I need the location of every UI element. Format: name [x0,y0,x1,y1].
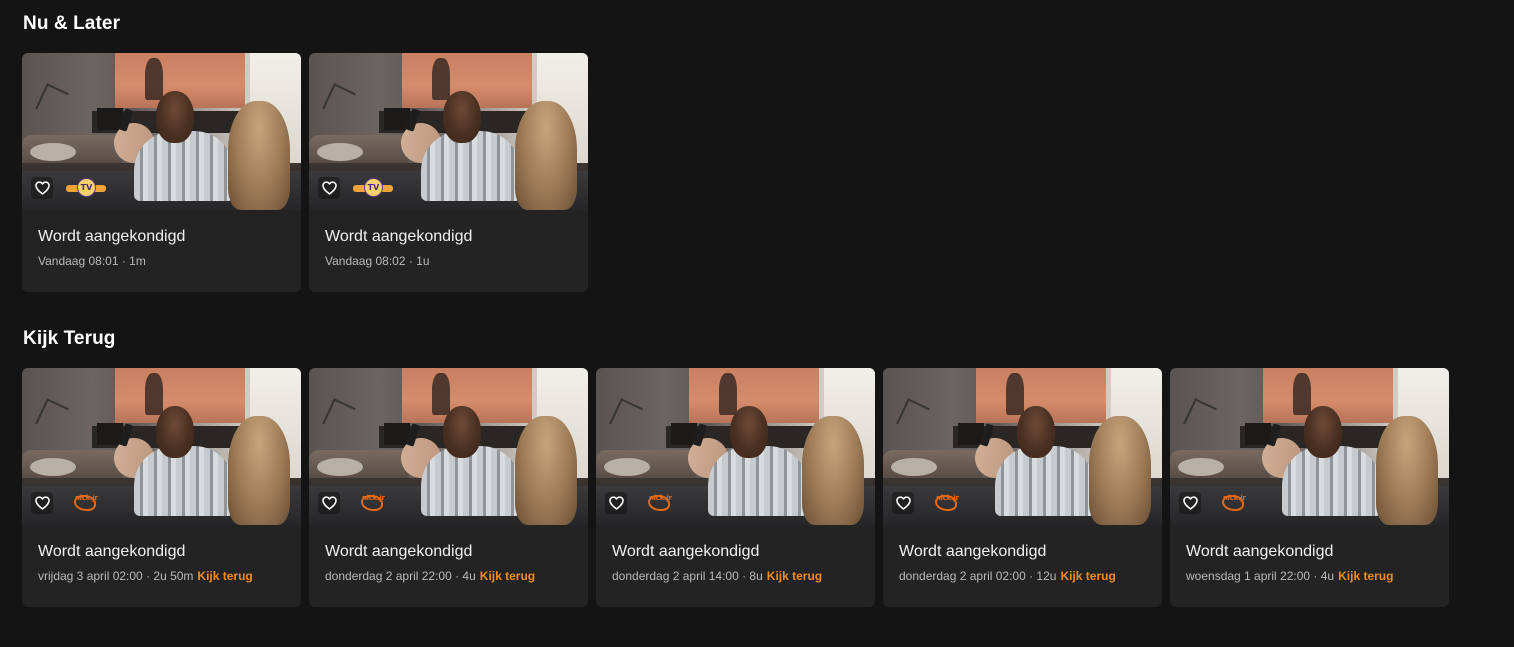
kijk-terug-link[interactable]: Kijk terug [1338,569,1393,583]
heart-outline-icon [34,496,50,510]
heart-outline-icon [321,181,337,195]
program-thumbnail[interactable]: TV [309,53,588,210]
tv-channel-logo: TV [353,177,393,199]
program-title: Wordt aangekondigd [1186,543,1334,560]
heart-outline-icon [608,496,624,510]
program-title: Wordt aangekondigd [38,543,186,560]
program-schedule: donderdag 2 april 02:00 · 12u [899,569,1057,583]
kijk-terug-link[interactable]: Kijk terug [1060,569,1115,583]
program-meta: Vandaag 08:01 · 1m [38,254,291,268]
channel-logo: TV [66,177,106,199]
tv-channel-logo: TV [66,177,106,199]
program-schedule: vrijdag 3 april 02:00 · 2u 50m [38,569,194,583]
program-schedule: Vandaag 08:01 · 1m [38,254,146,268]
program-thumbnail[interactable]: nick.jr [309,368,588,525]
program-meta: vrijdag 3 april 02:00 · 2u 50m Kijk terug [38,569,291,583]
row-kijk-terug: nick.jr Wordt aangekondigd vrijdag 3 apr… [22,368,1449,607]
program-card[interactable]: nick.jr Wordt aangekondigd woensdag 1 ap… [1170,368,1449,607]
program-card[interactable]: nick.jr Wordt aangekondigd vrijdag 3 apr… [22,368,301,607]
nick-jr-logo: nick.jr [73,492,99,514]
program-meta: woensdag 1 april 22:00 · 4u Kijk terug [1186,569,1439,583]
program-meta: donderdag 2 april 02:00 · 12u Kijk terug [899,569,1152,583]
favorite-button[interactable] [318,492,340,514]
channel-logo: TV [353,177,393,199]
program-title: Wordt aangekondigd [325,228,473,245]
program-meta: donderdag 2 april 22:00 · 4u Kijk terug [325,569,578,583]
channel-logo: nick.jr [66,492,106,514]
program-title: Wordt aangekondigd [38,228,186,245]
program-card[interactable]: nick.jr Wordt aangekondigd donderdag 2 a… [883,368,1162,607]
program-schedule: donderdag 2 april 14:00 · 8u [612,569,763,583]
program-thumbnail[interactable]: nick.jr [883,368,1162,525]
favorite-button[interactable] [1179,492,1201,514]
program-thumbnail[interactable]: nick.jr [22,368,301,525]
program-schedule: Vandaag 08:02 · 1u [325,254,430,268]
favorite-button[interactable] [605,492,627,514]
program-thumbnail[interactable]: nick.jr [596,368,875,525]
program-thumbnail[interactable]: TV [22,53,301,210]
program-meta: Vandaag 08:02 · 1u [325,254,578,268]
nick-jr-logo: nick.jr [1221,492,1247,514]
program-schedule: donderdag 2 april 22:00 · 4u [325,569,476,583]
heart-outline-icon [895,496,911,510]
kijk-terug-link[interactable]: Kijk terug [767,569,822,583]
program-card[interactable]: nick.jr Wordt aangekondigd donderdag 2 a… [596,368,875,607]
program-title: Wordt aangekondigd [325,543,473,560]
channel-logo: nick.jr [353,492,393,514]
program-card[interactable]: TV Wordt aangekondigd Vandaag 08:02 · 1u [309,53,588,292]
nick-jr-logo: nick.jr [360,492,386,514]
heart-outline-icon [34,181,50,195]
heart-outline-icon [1182,496,1198,510]
program-title: Wordt aangekondigd [612,543,760,560]
nick-jr-logo: nick.jr [934,492,960,514]
channel-logo: nick.jr [927,492,967,514]
program-title: Wordt aangekondigd [899,543,1047,560]
program-schedule: woensdag 1 april 22:00 · 4u [1186,569,1335,583]
program-card[interactable]: nick.jr Wordt aangekondigd donderdag 2 a… [309,368,588,607]
favorite-button[interactable] [892,492,914,514]
favorite-button[interactable] [31,177,53,199]
channel-logo: nick.jr [640,492,680,514]
program-thumbnail[interactable]: nick.jr [1170,368,1449,525]
program-card[interactable]: TV Wordt aangekondigd Vandaag 08:01 · 1m [22,53,301,292]
program-meta: donderdag 2 april 14:00 · 8u Kijk terug [612,569,865,583]
kijk-terug-link[interactable]: Kijk terug [480,569,535,583]
section-title-kijk-terug: Kijk Terug [23,328,116,349]
heart-outline-icon [321,496,337,510]
section-title-nu-later: Nu & Later [23,13,121,34]
kijk-terug-link[interactable]: Kijk terug [197,569,252,583]
channel-logo: nick.jr [1214,492,1254,514]
nick-jr-logo: nick.jr [647,492,673,514]
row-nu-later: TV Wordt aangekondigd Vandaag 08:01 · 1m [22,53,588,292]
favorite-button[interactable] [31,492,53,514]
favorite-button[interactable] [318,177,340,199]
